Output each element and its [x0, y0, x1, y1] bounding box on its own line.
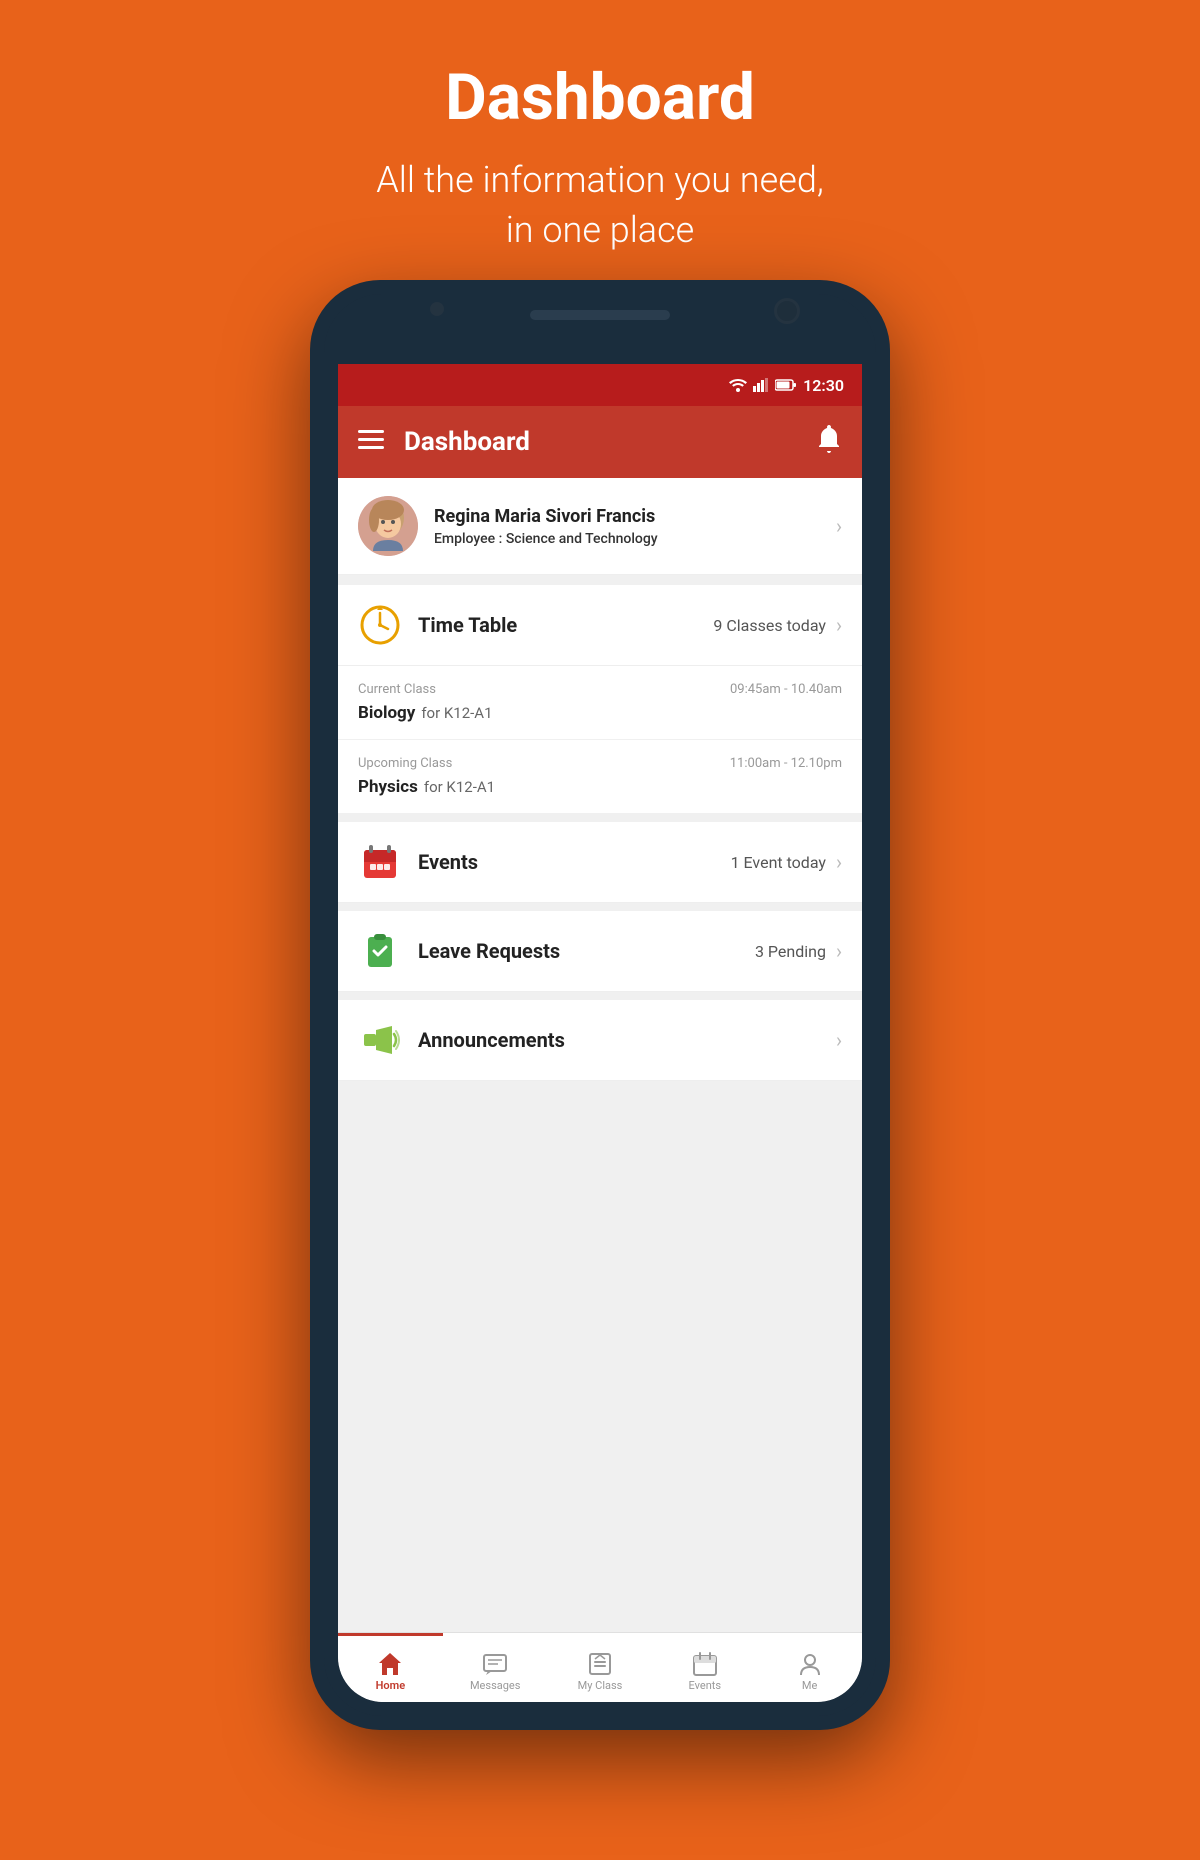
status-bar: 12:30 [338, 364, 862, 406]
messages-icon [482, 1651, 508, 1677]
upcoming-class-time: 11:00am - 12.10pm [730, 756, 842, 771]
phone-device: 12:30 Dashboard [310, 280, 890, 1730]
events-calendar-svg [360, 842, 400, 882]
avatar [358, 496, 418, 556]
profile-chevron-icon: › [836, 514, 842, 538]
nav-me-label: Me [802, 1679, 817, 1692]
announcement-icon [358, 1018, 402, 1062]
main-content: Regina Maria Sivori Francis Employee : S… [338, 478, 862, 1632]
wifi-icon [729, 378, 747, 392]
events-chevron-icon: › [836, 850, 842, 874]
signal-icon [753, 378, 769, 392]
profile-card[interactable]: Regina Maria Sivori Francis Employee : S… [338, 478, 862, 575]
phone-speaker [530, 310, 670, 320]
nav-home[interactable]: Home [338, 1643, 443, 1692]
nav-my-class[interactable]: My Class [548, 1643, 653, 1692]
timetable-chevron-icon: › [836, 613, 842, 637]
notification-bell-icon[interactable] [816, 425, 842, 460]
phone-inner-shell: 12:30 Dashboard [324, 294, 876, 1716]
events-header[interactable]: Events 1 Event today › [338, 822, 862, 903]
upcoming-class-item: Upcoming Class 11:00am - 12.10pm Physics… [338, 740, 862, 814]
announcements-card[interactable]: Announcements › [338, 1000, 862, 1081]
phone-camera-right [774, 298, 800, 324]
announcements-header[interactable]: Announcements › [338, 1000, 862, 1081]
battery-icon [775, 379, 797, 391]
current-class-item: Current Class 09:45am - 10.40am Biologyf… [338, 666, 862, 740]
page-subtitle: All the information you need, in one pla… [20, 155, 1180, 256]
profile-role: Employee : Science and Technology [434, 531, 836, 547]
leave-requests-svg [360, 931, 400, 971]
bottom-navigation: Home Messages [338, 1632, 862, 1702]
nav-my-class-label: My Class [578, 1679, 623, 1692]
nav-messages-label: Messages [470, 1679, 520, 1692]
status-time: 12:30 [803, 376, 844, 395]
phone-camera-left [430, 302, 444, 316]
events-badge: 1 Event today [731, 853, 826, 872]
timetable-badge: 9 Classes today [713, 616, 826, 635]
avatar-image [358, 496, 418, 556]
clipboard-check-icon [358, 929, 402, 973]
profile-name: Regina Maria Sivori Francis [434, 506, 836, 527]
nav-me[interactable]: Me [757, 1643, 862, 1692]
upcoming-class-detail: Physicsfor K12-A1 [358, 777, 842, 797]
calendar-icon [358, 840, 402, 884]
events-nav-icon [692, 1651, 718, 1677]
events-title: Events [418, 850, 731, 874]
current-class-label: Current Class [358, 682, 436, 697]
nav-home-label: Home [376, 1679, 406, 1692]
timetable-card[interactable]: Time Table 9 Classes today › Current Cla… [338, 585, 862, 814]
hamburger-menu-icon[interactable] [358, 427, 384, 457]
timetable-header[interactable]: Time Table 9 Classes today › [338, 585, 862, 666]
me-icon [797, 1651, 823, 1677]
clock-icon [358, 603, 402, 647]
nav-messages[interactable]: Messages [443, 1643, 548, 1692]
leave-requests-card[interactable]: Leave Requests 3 Pending › [338, 911, 862, 992]
timetable-clock-svg [360, 605, 400, 645]
app-bar-title: Dashboard [404, 427, 816, 457]
page-main-title: Dashboard [20, 60, 1180, 135]
leave-requests-chevron-icon: › [836, 939, 842, 963]
app-bar: Dashboard [338, 406, 862, 478]
announcements-svg [360, 1020, 400, 1060]
status-icons: 12:30 [729, 376, 844, 395]
home-icon [377, 1651, 403, 1677]
announcements-title: Announcements [418, 1028, 826, 1052]
my-class-icon [587, 1651, 613, 1677]
leave-requests-title: Leave Requests [418, 939, 755, 963]
upcoming-class-label: Upcoming Class [358, 756, 452, 771]
phone-screen: 12:30 Dashboard [338, 364, 862, 1702]
timetable-title: Time Table [418, 613, 713, 637]
announcements-chevron-icon: › [836, 1028, 842, 1052]
nav-events[interactable]: Events [652, 1643, 757, 1692]
active-nav-indicator [338, 1633, 443, 1636]
leave-requests-badge: 3 Pending [755, 942, 826, 961]
current-class-time: 09:45am - 10.40am [730, 682, 842, 697]
events-card[interactable]: Events 1 Event today › [338, 822, 862, 903]
profile-info: Regina Maria Sivori Francis Employee : S… [434, 506, 836, 547]
phone-outer-shell: 12:30 Dashboard [310, 280, 890, 1730]
leave-requests-header[interactable]: Leave Requests 3 Pending › [338, 911, 862, 992]
current-class-detail: Biologyfor K12-A1 [358, 703, 842, 723]
nav-events-label: Events [689, 1679, 722, 1692]
